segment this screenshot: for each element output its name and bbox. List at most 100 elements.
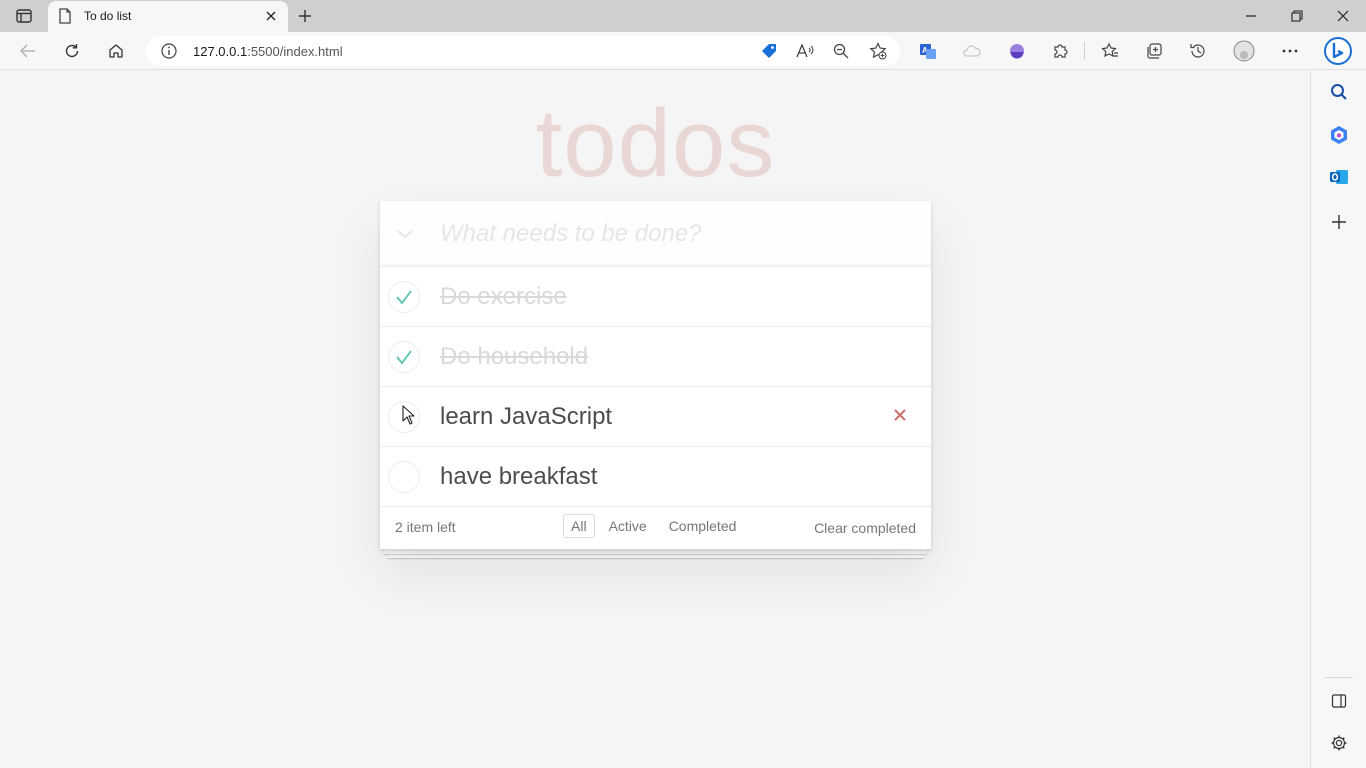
star-add-icon [869,42,887,60]
restore-button[interactable] [1286,5,1308,27]
favorites-button[interactable] [1098,40,1122,62]
sidebar-search-button[interactable] [1327,80,1351,104]
shopping-button[interactable] [758,41,780,61]
tab-close-button[interactable] [262,7,280,25]
tab-actions-icon [16,9,32,23]
collections-button[interactable] [1142,40,1166,62]
todo-list: Do exercise Do household learn JavaScrip… [380,267,931,507]
todo-item: Do exercise [380,267,931,327]
profile-button[interactable] [1232,40,1256,62]
todo-item: learn JavaScript [380,387,931,447]
puzzle-icon [1054,44,1068,58]
tab-to-do-list[interactable]: To do list [48,1,288,32]
filter-completed[interactable]: Completed [661,514,745,538]
search-icon [1331,84,1347,100]
close-icon [894,409,906,421]
todo-app: Do exercise Do household learn JavaScrip… [380,201,931,549]
info-icon [161,43,177,59]
read-aloud-button[interactable] [794,41,816,61]
sidebar-hide-button[interactable] [1327,689,1351,713]
outlook-icon [1330,170,1348,184]
todo-checkbox[interactable] [388,281,420,313]
bing-icon [1324,37,1352,65]
close-icon [1337,10,1349,22]
bing-chat-button[interactable] [1322,35,1354,67]
extension-avatar-icon [1010,44,1024,59]
new-tab-button[interactable] [294,5,316,27]
translate-extension-button[interactable]: A [916,40,940,62]
sidebar-add-button[interactable] [1327,210,1351,234]
read-aloud-icon [796,43,814,58]
checkmark-icon [396,350,412,365]
todo-checkbox[interactable] [388,341,420,373]
close-window-button[interactable] [1332,5,1354,27]
todo-item: Do household [380,327,931,387]
page-icon [59,8,71,24]
close-icon [266,11,276,21]
new-todo-input[interactable] [440,218,900,250]
browser-sidebar [1310,70,1366,768]
cloud-icon [963,45,981,57]
items-left-count: 2 item left [395,519,456,535]
collections-icon [1147,43,1162,59]
todo-footer: 2 item left All Active Completed Clear c… [380,507,931,549]
sidebar-panel-icon [1331,694,1347,708]
refresh-icon [65,44,79,58]
new-todo-row [380,201,931,267]
filter-all[interactable]: All [563,514,595,538]
translate-icon: A [920,44,936,59]
refresh-button[interactable] [60,40,84,62]
todo-checkbox[interactable] [388,461,420,493]
cloud-extension-button[interactable] [960,40,984,62]
history-button[interactable] [1186,40,1210,62]
address-bar[interactable]: 127.0.0.1:5500/index.html [146,36,900,66]
sidebar-settings-button[interactable] [1327,731,1351,755]
clear-completed-button[interactable]: Clear completed [814,520,916,536]
restore-icon [1291,10,1303,22]
url-path: :5500/index.html [247,44,343,59]
gear-icon [1331,735,1347,751]
back-button[interactable] [16,40,40,62]
filter-group: All Active Completed [560,514,747,538]
toggle-all-button[interactable] [394,223,416,245]
zoom-out-icon [833,43,849,59]
todo-item: have breakfast [380,447,931,507]
more-menu-button[interactable] [1278,40,1302,62]
todo-label[interactable]: Do exercise [440,283,567,311]
filter-active[interactable]: Active [601,514,655,538]
tab-bar: To do list [0,0,1366,32]
add-favorite-button[interactable] [867,41,889,61]
sidebar-outlook-button[interactable] [1327,165,1351,189]
home-icon [109,44,123,58]
minimize-button[interactable] [1240,5,1262,27]
more-icon [1282,49,1298,53]
mouse-cursor-icon [402,405,415,425]
browser-toolbar: 127.0.0.1:5500/index.html A [0,32,1366,70]
office-icon [1331,126,1347,144]
delete-todo-button[interactable] [890,405,910,425]
page-title: todos [535,90,776,197]
url-text: 127.0.0.1:5500/index.html [193,44,343,59]
sidebar-divider [1325,677,1353,678]
plus-icon [1332,215,1346,229]
home-button[interactable] [104,40,128,62]
price-tag-icon [762,44,776,58]
toolbar-divider [1084,42,1085,60]
profile-extension-button[interactable] [1005,40,1029,62]
todo-label[interactable]: Do household [440,343,588,371]
extensions-button[interactable] [1049,40,1073,62]
tab-actions-button[interactable] [10,6,38,26]
minimize-icon [1246,15,1256,17]
tab-title: To do list [84,9,132,23]
favorites-icon [1101,42,1118,58]
zoom-out-button[interactable] [830,41,852,61]
history-icon [1190,44,1205,58]
avatar-icon [1233,40,1255,62]
arrow-left-icon [20,44,35,58]
page-viewport: todos Do exercise Do household [1,71,1310,768]
todo-label[interactable]: have breakfast [440,463,597,491]
sidebar-office-button[interactable] [1327,123,1351,147]
url-host: 127.0.0.1 [193,44,248,59]
todo-label[interactable]: learn JavaScript [440,403,612,431]
checkmark-icon [396,290,412,305]
